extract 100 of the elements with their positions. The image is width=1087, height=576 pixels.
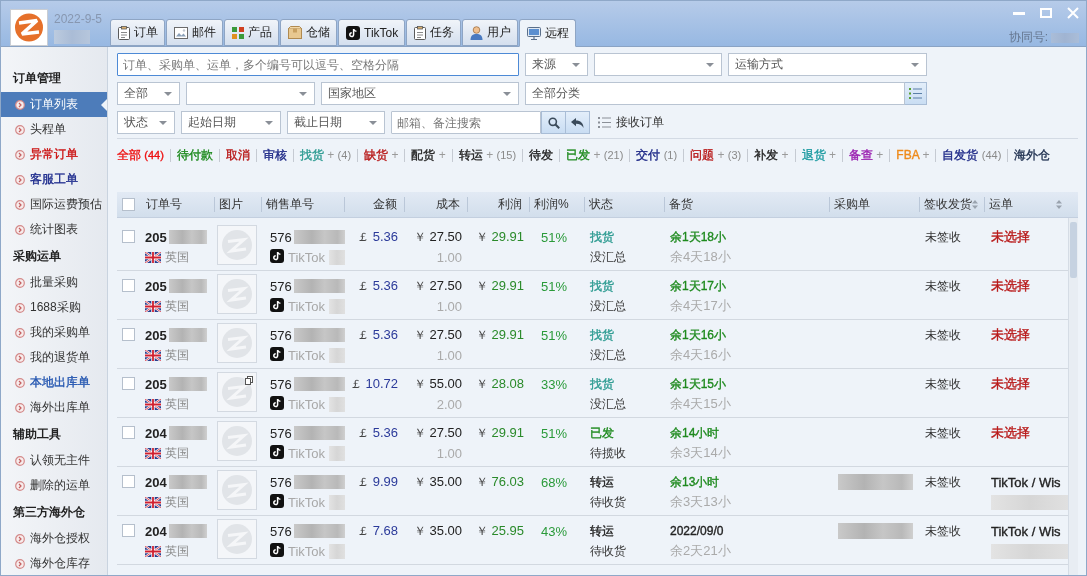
tab[interactable]: 远程 xyxy=(519,19,577,47)
sub-status-text: 没汇总 xyxy=(590,395,626,413)
sidebar-item[interactable]: 异常订单 xyxy=(1,142,107,167)
tab[interactable]: 产品 xyxy=(224,19,279,46)
blurred-patch xyxy=(168,475,207,489)
status-filter-link[interactable]: 待发 xyxy=(522,148,560,162)
tab[interactable]: 任务 xyxy=(406,19,462,46)
column-header: 图片 xyxy=(219,196,243,213)
status-filter-link[interactable]: 补发 + xyxy=(747,148,795,162)
chevron-circle-icon xyxy=(15,558,25,569)
sidebar-item[interactable]: 客服工单 xyxy=(1,167,107,192)
chevron-circle-icon xyxy=(15,327,25,338)
status-filter-link[interactable]: 交付 (1) xyxy=(629,148,684,162)
waybill-text: 未选择 xyxy=(991,228,1030,246)
status-filter-link[interactable]: 取消 xyxy=(218,148,256,162)
dropdown[interactable]: 全部 xyxy=(117,82,180,105)
sidebar-item[interactable]: 海外仓授权 xyxy=(1,526,107,551)
status-filter-link[interactable]: 自发货 (44) xyxy=(935,148,1008,162)
profit-text: ￥ 29.91 xyxy=(476,277,524,295)
status-filter-link[interactable]: 配货 + xyxy=(404,148,452,162)
status-filter-link[interactable]: 缺货 + xyxy=(357,148,405,162)
dropdown[interactable]: 运输方式 xyxy=(728,53,927,76)
tab[interactable]: 用户 xyxy=(462,19,519,46)
chevron-circle-icon xyxy=(15,352,25,363)
status-filter-link[interactable]: 海外仓 xyxy=(1007,148,1057,162)
receive-orders-button[interactable]: 接收订单 xyxy=(596,111,666,134)
blurred-patch xyxy=(329,445,345,461)
status-filter-link[interactable]: 审核 xyxy=(255,148,293,162)
sidebar-item[interactable]: 我的采购单 xyxy=(1,320,107,345)
status-filter-link[interactable]: 转运 + (15) xyxy=(451,148,523,162)
scrollbar-thumb[interactable] xyxy=(1070,222,1077,278)
status-filter-link[interactable]: 待付款 xyxy=(169,148,219,162)
stock-deadline-text: 余3天14小 xyxy=(670,444,731,462)
undo-button[interactable] xyxy=(566,111,590,134)
column-header[interactable]: 运单 xyxy=(985,197,1068,212)
dropdown[interactable]: 状态 xyxy=(117,111,175,134)
profit-text: ￥ 25.95 xyxy=(476,522,524,540)
status-text: 找货 xyxy=(590,375,614,393)
sidebar-item[interactable]: 认领无主件 xyxy=(1,448,107,473)
tab[interactable]: 仓储 xyxy=(280,19,337,46)
status-filter-link[interactable]: 退货 + xyxy=(794,148,842,162)
cost-text: ￥ 27.50 xyxy=(414,277,462,295)
sidebar-item[interactable]: 删除的运单 xyxy=(1,473,107,498)
column-header[interactable]: 签收发货 xyxy=(920,197,985,212)
status-filter-link[interactable]: 已发 + (21) xyxy=(559,148,630,162)
search-button[interactable] xyxy=(541,111,566,134)
sidebar-item[interactable]: 海外仓库存 xyxy=(1,551,107,575)
tab[interactable]: TikTok xyxy=(338,19,406,46)
coop-label: 协同号: xyxy=(1008,29,1048,46)
checkbox[interactable] xyxy=(122,230,135,243)
sidebar-item[interactable]: 国际运费预估 xyxy=(1,192,107,217)
sidebar-item[interactable]: 头程单 xyxy=(1,117,107,142)
close-icon[interactable] xyxy=(1067,7,1079,19)
tab[interactable]: 订单 xyxy=(110,19,165,46)
cost-text: ￥ 27.50 xyxy=(414,424,462,442)
checkbox[interactable] xyxy=(122,475,135,488)
checkbox[interactable] xyxy=(122,426,135,439)
sidebar-item[interactable]: 统计图表 xyxy=(1,217,107,242)
list-button[interactable] xyxy=(905,82,927,105)
channel-text: TikTok xyxy=(288,396,326,412)
blurred-patch xyxy=(293,377,345,391)
sidebar-item[interactable]: 订单列表 xyxy=(1,92,107,117)
status-filter-link[interactable]: 问题 + (3) xyxy=(683,148,748,162)
amount-text: ￡ 5.36 xyxy=(357,277,398,295)
dropdown[interactable] xyxy=(186,82,315,105)
dropdown[interactable]: 来源 xyxy=(525,53,588,76)
stock-deadline-text: 余2天21小 xyxy=(670,542,731,560)
caret-icon xyxy=(706,62,714,67)
country-text: 英国 xyxy=(165,346,189,364)
checkbox[interactable] xyxy=(122,328,135,341)
checkbox[interactable] xyxy=(122,198,135,211)
minimize-icon[interactable] xyxy=(1013,11,1025,15)
status-filter-link[interactable]: 找货 + (4) xyxy=(292,148,358,162)
blurred-patch xyxy=(293,524,345,538)
sidebar-item[interactable]: 海外出库单 xyxy=(1,395,107,420)
sidebar-item[interactable]: 本地出库单 xyxy=(1,370,107,395)
search-field[interactable]: 邮箱、备注搜索 xyxy=(391,111,541,134)
search-field[interactable]: 订单、采购单、运单，多个编号可以逗号、空格分隔 xyxy=(117,53,519,76)
category-field[interactable]: 全部分类 xyxy=(525,82,905,105)
chevron-circle-icon xyxy=(15,99,25,110)
blurred-patch xyxy=(329,396,345,412)
dropdown[interactable]: 起始日期 xyxy=(181,111,281,134)
checkbox[interactable] xyxy=(122,377,135,390)
country-text: 英国 xyxy=(165,444,189,462)
maximize-icon[interactable] xyxy=(1040,8,1052,18)
tab[interactable]: 邮件 xyxy=(166,19,223,46)
amount-text: ￡ 7.68 xyxy=(357,522,398,540)
sidebar-item[interactable]: 1688采购 xyxy=(1,295,107,320)
chevron-circle-icon xyxy=(15,149,25,160)
dropdown[interactable] xyxy=(594,53,722,76)
stock-deadline-text: 余4天17小 xyxy=(670,297,731,315)
status-filter-link[interactable]: 备查 + xyxy=(842,148,890,162)
sidebar-item[interactable]: 批量采购 xyxy=(1,270,107,295)
sidebar-item[interactable]: 我的退货单 xyxy=(1,345,107,370)
dropdown[interactable]: 国家地区 xyxy=(321,82,519,105)
dropdown[interactable]: 截止日期 xyxy=(287,111,385,134)
checkbox[interactable] xyxy=(122,279,135,292)
status-filter-link[interactable]: 全部 (44) xyxy=(117,148,170,162)
list-icon xyxy=(909,88,922,99)
checkbox[interactable] xyxy=(122,524,135,537)
